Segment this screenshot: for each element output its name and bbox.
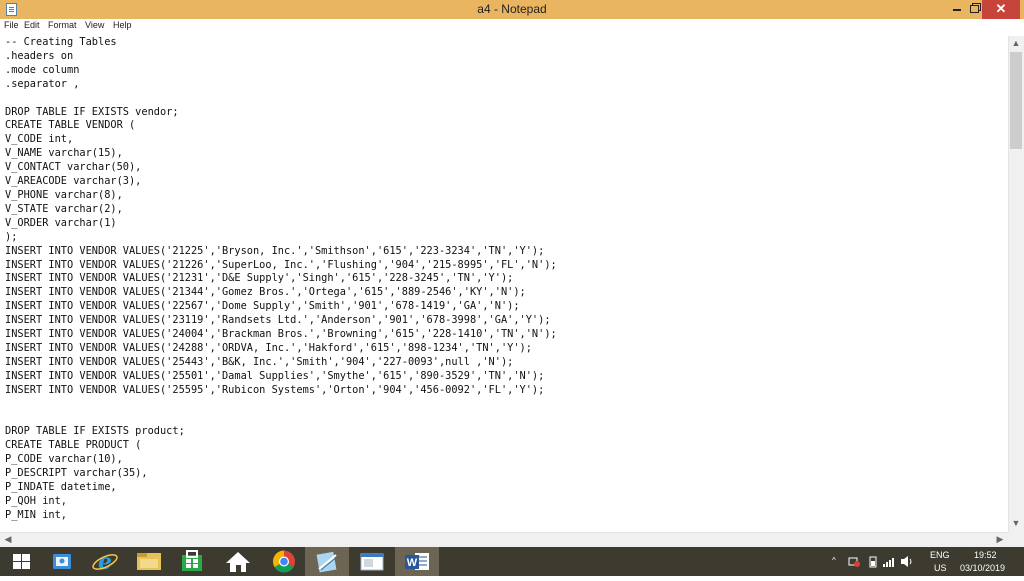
restore-button[interactable] [970,0,982,19]
svg-text:W: W [407,557,418,569]
taskbar-home[interactable] [216,547,260,576]
svg-text:e: e [98,549,112,575]
taskbar: e W ^ ENG US 19:52 03/10/2019 [0,547,1024,576]
menu-file[interactable]: File [4,20,19,30]
clock-date[interactable]: 03/10/2019 [960,563,1005,573]
window-title: a4 - Notepad [477,2,547,16]
home-icon [226,552,250,572]
menu-view[interactable]: View [85,20,104,30]
scroll-left-icon[interactable]: ◀ [0,534,16,545]
taskbar-window-app[interactable] [350,547,394,576]
chrome-icon [273,550,295,573]
store-bag-icon [53,554,71,569]
tray-chevron-icon[interactable]: ^ [832,556,836,565]
folder-icon [137,553,161,570]
scroll-down-icon[interactable]: ▼ [1008,518,1024,528]
taskbar-chrome[interactable] [262,547,306,576]
ie-icon: e [92,549,118,575]
menu-edit[interactable]: Edit [24,20,40,30]
minimize-button[interactable] [944,0,970,19]
word-icon: W [405,553,429,570]
close-button[interactable]: ✕ [982,0,1020,19]
battery-icon[interactable] [868,556,878,568]
window-icon [360,553,384,571]
wifi-signal-icon[interactable] [882,556,896,568]
vertical-scroll-thumb[interactable] [1010,52,1022,149]
text-editor-area[interactable]: -- Creating Tables .headers on .mode col… [0,36,1008,532]
horizontal-scrollbar[interactable] [0,532,1008,547]
shopping-bag-icon [182,550,202,571]
clock-time[interactable]: 19:52 [974,550,997,560]
menu-bar: File Edit Format View Help [0,19,1024,35]
taskbar-word[interactable]: W [395,547,439,576]
editor-text[interactable]: -- Creating Tables .headers on .mode col… [5,36,557,523]
scroll-right-icon[interactable]: ▶ [992,534,1008,545]
taskbar-store[interactable] [40,547,84,576]
taskbar-file-explorer[interactable] [127,547,171,576]
menu-format[interactable]: Format [48,20,77,30]
taskbar-internet-explorer[interactable]: e [83,547,127,576]
notepad-icon [316,551,339,573]
windows-logo-icon [13,554,30,570]
taskbar-store-app[interactable] [170,547,214,576]
language-indicator[interactable]: ENG [930,550,950,560]
title-bar: a4 - Notepad ✕ [0,0,1024,19]
scrollbar-corner [1008,532,1024,547]
region-indicator[interactable]: US [934,563,947,573]
taskbar-notepad[interactable] [305,547,349,576]
volume-icon[interactable] [900,555,914,568]
menu-help[interactable]: Help [113,20,132,30]
scroll-up-icon[interactable]: ▲ [1008,38,1024,48]
network-warning-icon[interactable] [848,555,860,568]
start-button[interactable] [0,547,44,576]
